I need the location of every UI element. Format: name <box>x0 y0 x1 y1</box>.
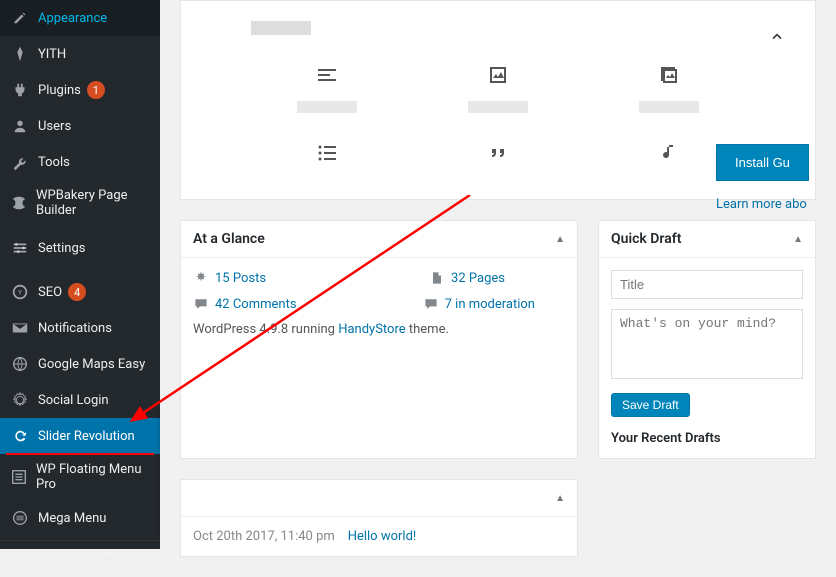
sidebar-item-label: Mega Menu <box>38 511 106 526</box>
activity-date: Oct 20th 2017, 11:40 pm <box>193 529 335 544</box>
plug-icon <box>10 80 30 100</box>
sidebar-item-sliderrev[interactable]: Slider Revolution <box>0 418 160 454</box>
draft-content-input[interactable] <box>611 309 803 379</box>
sidebar-item-plugins[interactable]: Plugins 1 <box>0 72 160 108</box>
glance-moderation[interactable]: 7 in moderation <box>423 296 535 312</box>
block-text[interactable] <box>277 63 377 113</box>
sidebar-item-label: Slider Revolution <box>38 429 135 444</box>
sidebar-item-users[interactable]: Users <box>0 108 160 144</box>
activity-panel: Activity▲ Oct 20th 2017, 11:40 pm Hello … <box>180 479 578 557</box>
sidebar-item-label: Plugins <box>38 83 81 98</box>
panel-title: Quick Draft <box>611 231 681 247</box>
sidebar-item-label: Appearance <box>38 11 107 26</box>
glance-pages[interactable]: 32 Pages <box>429 270 505 286</box>
glance-posts[interactable]: 15 Posts <box>193 270 266 286</box>
admin-sidebar: Appearance YITH Plugins 1 Users Tools WPB… <box>0 0 160 549</box>
panel-toggle[interactable]: ▲ <box>555 493 565 504</box>
megamenu-icon <box>10 508 30 528</box>
wpbakery-icon <box>10 193 28 213</box>
block-image[interactable] <box>448 63 548 113</box>
block-gallery[interactable] <box>619 63 719 113</box>
block-list[interactable] <box>277 141 377 169</box>
wrench-icon <box>10 152 30 172</box>
panel-collapse-button[interactable] <box>769 29 785 49</box>
panel-title: At a Glance <box>193 231 265 247</box>
sidebar-item-label: Collapse menu <box>38 552 124 567</box>
sidebar-item-wpbakery[interactable]: WPBakery Page Builder <box>0 180 160 226</box>
activity-post-link[interactable]: Hello world! <box>348 529 417 544</box>
learn-more-link[interactable]: Learn more abo <box>716 197 807 212</box>
menu-icon <box>10 467 28 487</box>
brush-icon <box>10 8 30 28</box>
sidebar-item-googlemaps[interactable]: Google Maps Easy <box>0 346 160 382</box>
seo-icon: Y <box>10 282 30 302</box>
sidebar-item-wpfloating[interactable]: WP Floating Menu Pro <box>0 454 160 500</box>
sidebar-item-label: Users <box>38 119 71 134</box>
panel-toggle[interactable]: ▲ <box>555 234 565 245</box>
svg-text:Y: Y <box>18 289 22 297</box>
right-column: Install Gu Learn more abo <box>716 144 836 212</box>
globe-icon <box>10 354 30 374</box>
sidebar-item-label: WP Floating Menu Pro <box>36 462 150 492</box>
sidebar-item-label: WPBakery Page Builder <box>36 188 150 218</box>
sidebar-item-label: Notifications <box>38 321 112 336</box>
sidebar-item-label: Google Maps Easy <box>38 357 145 372</box>
sidebar-item-label: YITH <box>38 47 66 62</box>
glance-comments[interactable]: 42 Comments <box>193 296 297 312</box>
sidebar-item-sociallogin[interactable]: Social Login <box>0 382 160 418</box>
quick-draft-panel: Quick Draft ▲ Save Draft Your Recent Draf… <box>598 220 816 459</box>
block-audio[interactable] <box>619 141 719 169</box>
install-gutenberg-button[interactable]: Install Gu <box>716 144 809 181</box>
placeholder-bar <box>251 21 311 35</box>
at-a-glance-panel: At a Glance ▲ 15 Posts 32 Pages 42 Commen… <box>180 220 578 459</box>
sidebar-item-yith[interactable]: YITH <box>0 36 160 72</box>
collapse-icon <box>10 549 30 569</box>
users-icon <box>10 116 30 136</box>
sidebar-collapse[interactable]: Collapse menu <box>0 540 160 577</box>
sliders-icon <box>10 238 30 258</box>
count-badge: 1 <box>87 81 105 99</box>
sidebar-item-megamenu[interactable]: Mega Menu <box>0 500 160 536</box>
sidebar-item-appearance[interactable]: Appearance <box>0 0 160 36</box>
recent-drafts-heading: Your Recent Drafts <box>611 431 803 446</box>
sidebar-item-label: SEO <box>38 285 62 300</box>
gear-icon <box>10 390 30 410</box>
sidebar-item-label: Tools <box>38 155 70 170</box>
refresh-icon <box>10 426 30 446</box>
sidebar-item-seo[interactable]: Y SEO 4 <box>0 274 160 310</box>
envelope-icon <box>10 318 30 338</box>
sidebar-item-notifications[interactable]: Notifications <box>0 310 160 346</box>
yith-icon <box>10 44 30 64</box>
sidebar-item-label: Social Login <box>38 393 109 408</box>
save-draft-button[interactable]: Save Draft <box>611 393 690 417</box>
count-badge: 4 <box>68 283 86 301</box>
content-area: Install Gu Learn more abo At a Glance ▲ 1… <box>160 0 836 549</box>
block-quote[interactable] <box>448 141 548 169</box>
sidebar-item-settings[interactable]: Settings <box>0 230 160 266</box>
sidebar-item-label: Settings <box>38 241 85 256</box>
draft-title-input[interactable] <box>611 270 803 299</box>
wp-version-text: WordPress 4.9.8 running HandyStore theme… <box>193 322 565 337</box>
theme-link[interactable]: HandyStore <box>338 322 405 337</box>
sidebar-item-tools[interactable]: Tools <box>0 144 160 180</box>
panel-toggle[interactable]: ▲ <box>793 234 803 245</box>
